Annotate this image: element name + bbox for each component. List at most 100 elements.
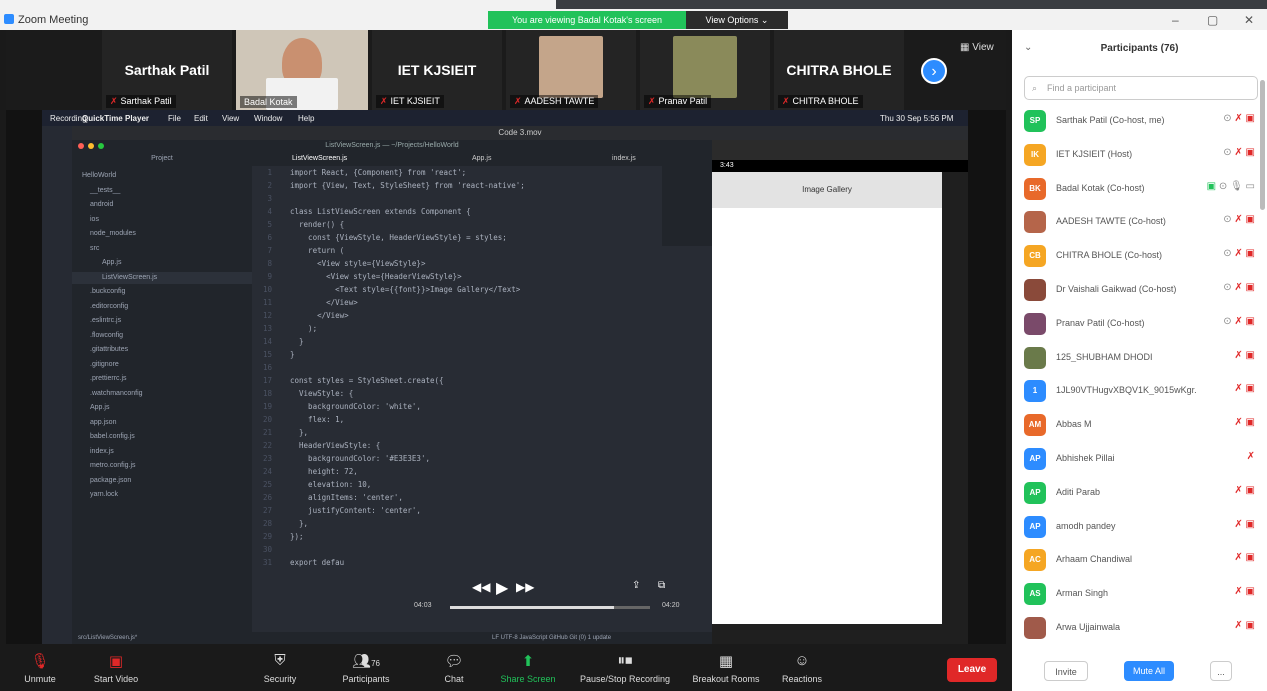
participant-search-input[interactable]: ⌕ Find a participant	[1024, 76, 1258, 100]
tab: index.js	[612, 155, 636, 162]
tile-tag: ✗ Pranav Patil	[644, 95, 712, 108]
participant-status-icons: ⊙ ✗ ▣	[1223, 248, 1255, 259]
participant-status-icons: ⊙ ✗ ▣	[1223, 214, 1255, 225]
participant-row[interactable]: SP Sarthak Patil (Co-host, me) ⊙ ✗ ▣	[1012, 104, 1267, 137]
participant-name: Pranav Patil (Co-host)	[1056, 317, 1145, 328]
code-editor: ListViewScreen.js — ~/Projects/HelloWorl…	[72, 140, 712, 644]
participant-photo	[539, 36, 603, 98]
mute-all-button[interactable]: Mute All	[1124, 661, 1174, 681]
unmute-button[interactable]: 🎙︎ Unmute	[0, 652, 80, 684]
tree-item: android	[90, 201, 114, 208]
tree-item: babel.config.js	[90, 433, 135, 440]
participant-row[interactable]: AP amodh pandey ✗ ▣	[1012, 510, 1267, 543]
participant-row[interactable]: CB CHITRA BHOLE (Co-host) ⊙ ✗ ▣	[1012, 239, 1267, 272]
participant-row[interactable]: AS Arman Singh ✗ ▣	[1012, 577, 1267, 610]
tree-item: metro.config.js	[90, 462, 136, 469]
participant-row[interactable]: Arwa Ujjainwala ✗ ▣	[1012, 611, 1267, 644]
participants-button[interactable]: 👥︎76 Participants	[326, 652, 406, 684]
emulator-statusbar: 3:43	[712, 160, 968, 172]
video-tile[interactable]: ✗ AADESH TAWTE	[506, 30, 636, 110]
avatar: CB	[1024, 245, 1046, 268]
view-options-button[interactable]: View Options ⌄	[686, 11, 788, 29]
mic-off-icon: ✗	[782, 96, 790, 106]
code-line: </View>	[290, 311, 349, 320]
avatar: 1	[1024, 380, 1046, 403]
code-line: render() {	[290, 220, 345, 229]
participant-row[interactable]: AADESH TAWTE (Co-host) ⊙ ✗ ▣	[1012, 205, 1267, 238]
participant-row[interactable]: AP Aditi Parab ✗ ▣	[1012, 476, 1267, 509]
video-tile[interactable]: Sarthak Patil ✗ Sarthak Patil	[102, 30, 232, 110]
gallery-next-icon[interactable]: ›	[921, 58, 947, 84]
android-emulator: 3:43 Image Gallery	[712, 140, 968, 644]
participant-row[interactable]: IK IET KJSIEIT (Host) ⊙ ✗ ▣	[1012, 138, 1267, 171]
mic-off-icon: ✗	[1234, 484, 1246, 496]
more-button[interactable]: ...	[1210, 661, 1232, 681]
code-line: flex: 1,	[290, 415, 345, 424]
code-line: elevation: 10,	[290, 480, 372, 489]
code-line: );	[290, 324, 318, 333]
panel-scrollbar[interactable]	[1260, 80, 1265, 210]
mic-off-icon: ✗	[1234, 214, 1246, 226]
code-line: return (	[290, 246, 345, 255]
tile-name: Sarthak Patil	[124, 62, 210, 78]
breakout-rooms-button[interactable]: ▦ Breakout Rooms	[682, 652, 770, 684]
editor-statusbar: src/ListViewScreen.js* LF UTF-8 JavaScri…	[72, 632, 712, 644]
invite-button[interactable]: Invite	[1044, 661, 1088, 681]
mic-on-icon: 🎙︎	[1230, 180, 1246, 192]
video-tile[interactable]: ✗ Pranav Patil	[640, 30, 770, 110]
shared-screen: Recording... QuickTime Player File Edit …	[42, 110, 968, 644]
participant-row[interactable]: BK Badal Kotak (Co-host) ▣ ⊙ 🎙︎ ▭	[1012, 172, 1267, 205]
menu-item: Help	[298, 114, 315, 123]
participant-name: Badal Kotak (Co-host)	[1056, 182, 1145, 193]
participant-row[interactable]: Dr Vaishali Gaikwad (Co-host) ⊙ ✗ ▣	[1012, 273, 1267, 306]
code-line: <Text style={{font}}>Image Gallery</Text…	[290, 285, 521, 294]
line-number: 15	[262, 350, 272, 359]
pause-recording-button[interactable]: ⏸⏹ Pause/Stop Recording	[570, 652, 680, 684]
recording-permission-icon: ⊙	[1218, 180, 1231, 192]
video-tile[interactable]: IET KJSIEIT ✗ IET KJSIEIT	[372, 30, 502, 110]
participant-name: CHITRA BHOLE (Co-host)	[1056, 250, 1163, 261]
tree-item: App.js	[90, 404, 110, 411]
restore-button[interactable]: ▢	[1207, 13, 1218, 27]
smile-icon: ☺	[794, 652, 810, 669]
close-button[interactable]: ✕	[1244, 13, 1254, 27]
minimap	[662, 166, 712, 246]
minimize-dot-icon	[88, 143, 94, 149]
project-tree: Project HelloWorld __tests__ android ios nod…	[72, 152, 252, 632]
line-number: 2	[267, 181, 272, 190]
reactions-button[interactable]: ☺ Reactions	[762, 652, 842, 684]
mic-off-icon: ✗	[1234, 417, 1246, 429]
participant-row[interactable]: AP Abhishek Pillai ✗	[1012, 442, 1267, 475]
pause-icon: ⏸⏹	[617, 652, 633, 669]
participant-status-icons: ⊙ ✗ ▣	[1223, 147, 1255, 158]
video-off-icon: ▣	[1245, 518, 1255, 530]
participant-status-icons: ✗ ▣	[1234, 383, 1255, 394]
code-line: height: 72,	[290, 467, 358, 476]
video-tile[interactable]: Badal Kotak	[236, 30, 368, 110]
line-number: 16	[262, 363, 272, 372]
video-tile[interactable]: CHITRA BHOLE ✗ CHITRA BHOLE	[774, 30, 904, 110]
participant-row[interactable]: 1 1JL90VTHugvXBQV1K_9015wKgr... ✗ ▣	[1012, 374, 1267, 407]
chat-button[interactable]: 💬︎ Chat	[414, 652, 494, 684]
minimize-button[interactable]: –	[1172, 13, 1179, 27]
participant-name: Arman Singh	[1056, 588, 1109, 599]
video-gallery-strip: Sarthak Patil ✗ Sarthak Patil Badal Kotak…	[6, 30, 1006, 110]
participant-row[interactable]: Pranav Patil (Co-host) ⊙ ✗ ▣	[1012, 307, 1267, 340]
start-video-button[interactable]: ▣ Start Video	[76, 652, 156, 684]
line-number: 23	[262, 454, 272, 463]
participant-row[interactable]: AM Abbas M ✗ ▣	[1012, 408, 1267, 441]
line-number: 29	[262, 532, 272, 541]
share-screen-button[interactable]: ⬆ Share Screen	[488, 652, 568, 684]
leave-button[interactable]: Leave	[947, 658, 997, 682]
line-number: 5	[267, 220, 272, 229]
avatar: BK	[1024, 177, 1046, 200]
mic-off-icon: ✗	[1234, 349, 1246, 361]
mic-off-icon: ✗	[1234, 315, 1246, 327]
security-button[interactable]: ⛨ Security	[240, 652, 320, 684]
participant-row[interactable]: 125_SHUBHAM DHODI ✗ ▣	[1012, 341, 1267, 374]
avatar: AP	[1024, 448, 1046, 470]
view-button[interactable]: ▦ View	[960, 42, 994, 53]
code-area: 1 import React, {Component} from 'react';…	[252, 166, 662, 606]
participant-status-icons: ✗ ▣	[1234, 586, 1255, 597]
participant-row[interactable]: AC Arhaam Chandiwal ✗ ▣	[1012, 543, 1267, 576]
